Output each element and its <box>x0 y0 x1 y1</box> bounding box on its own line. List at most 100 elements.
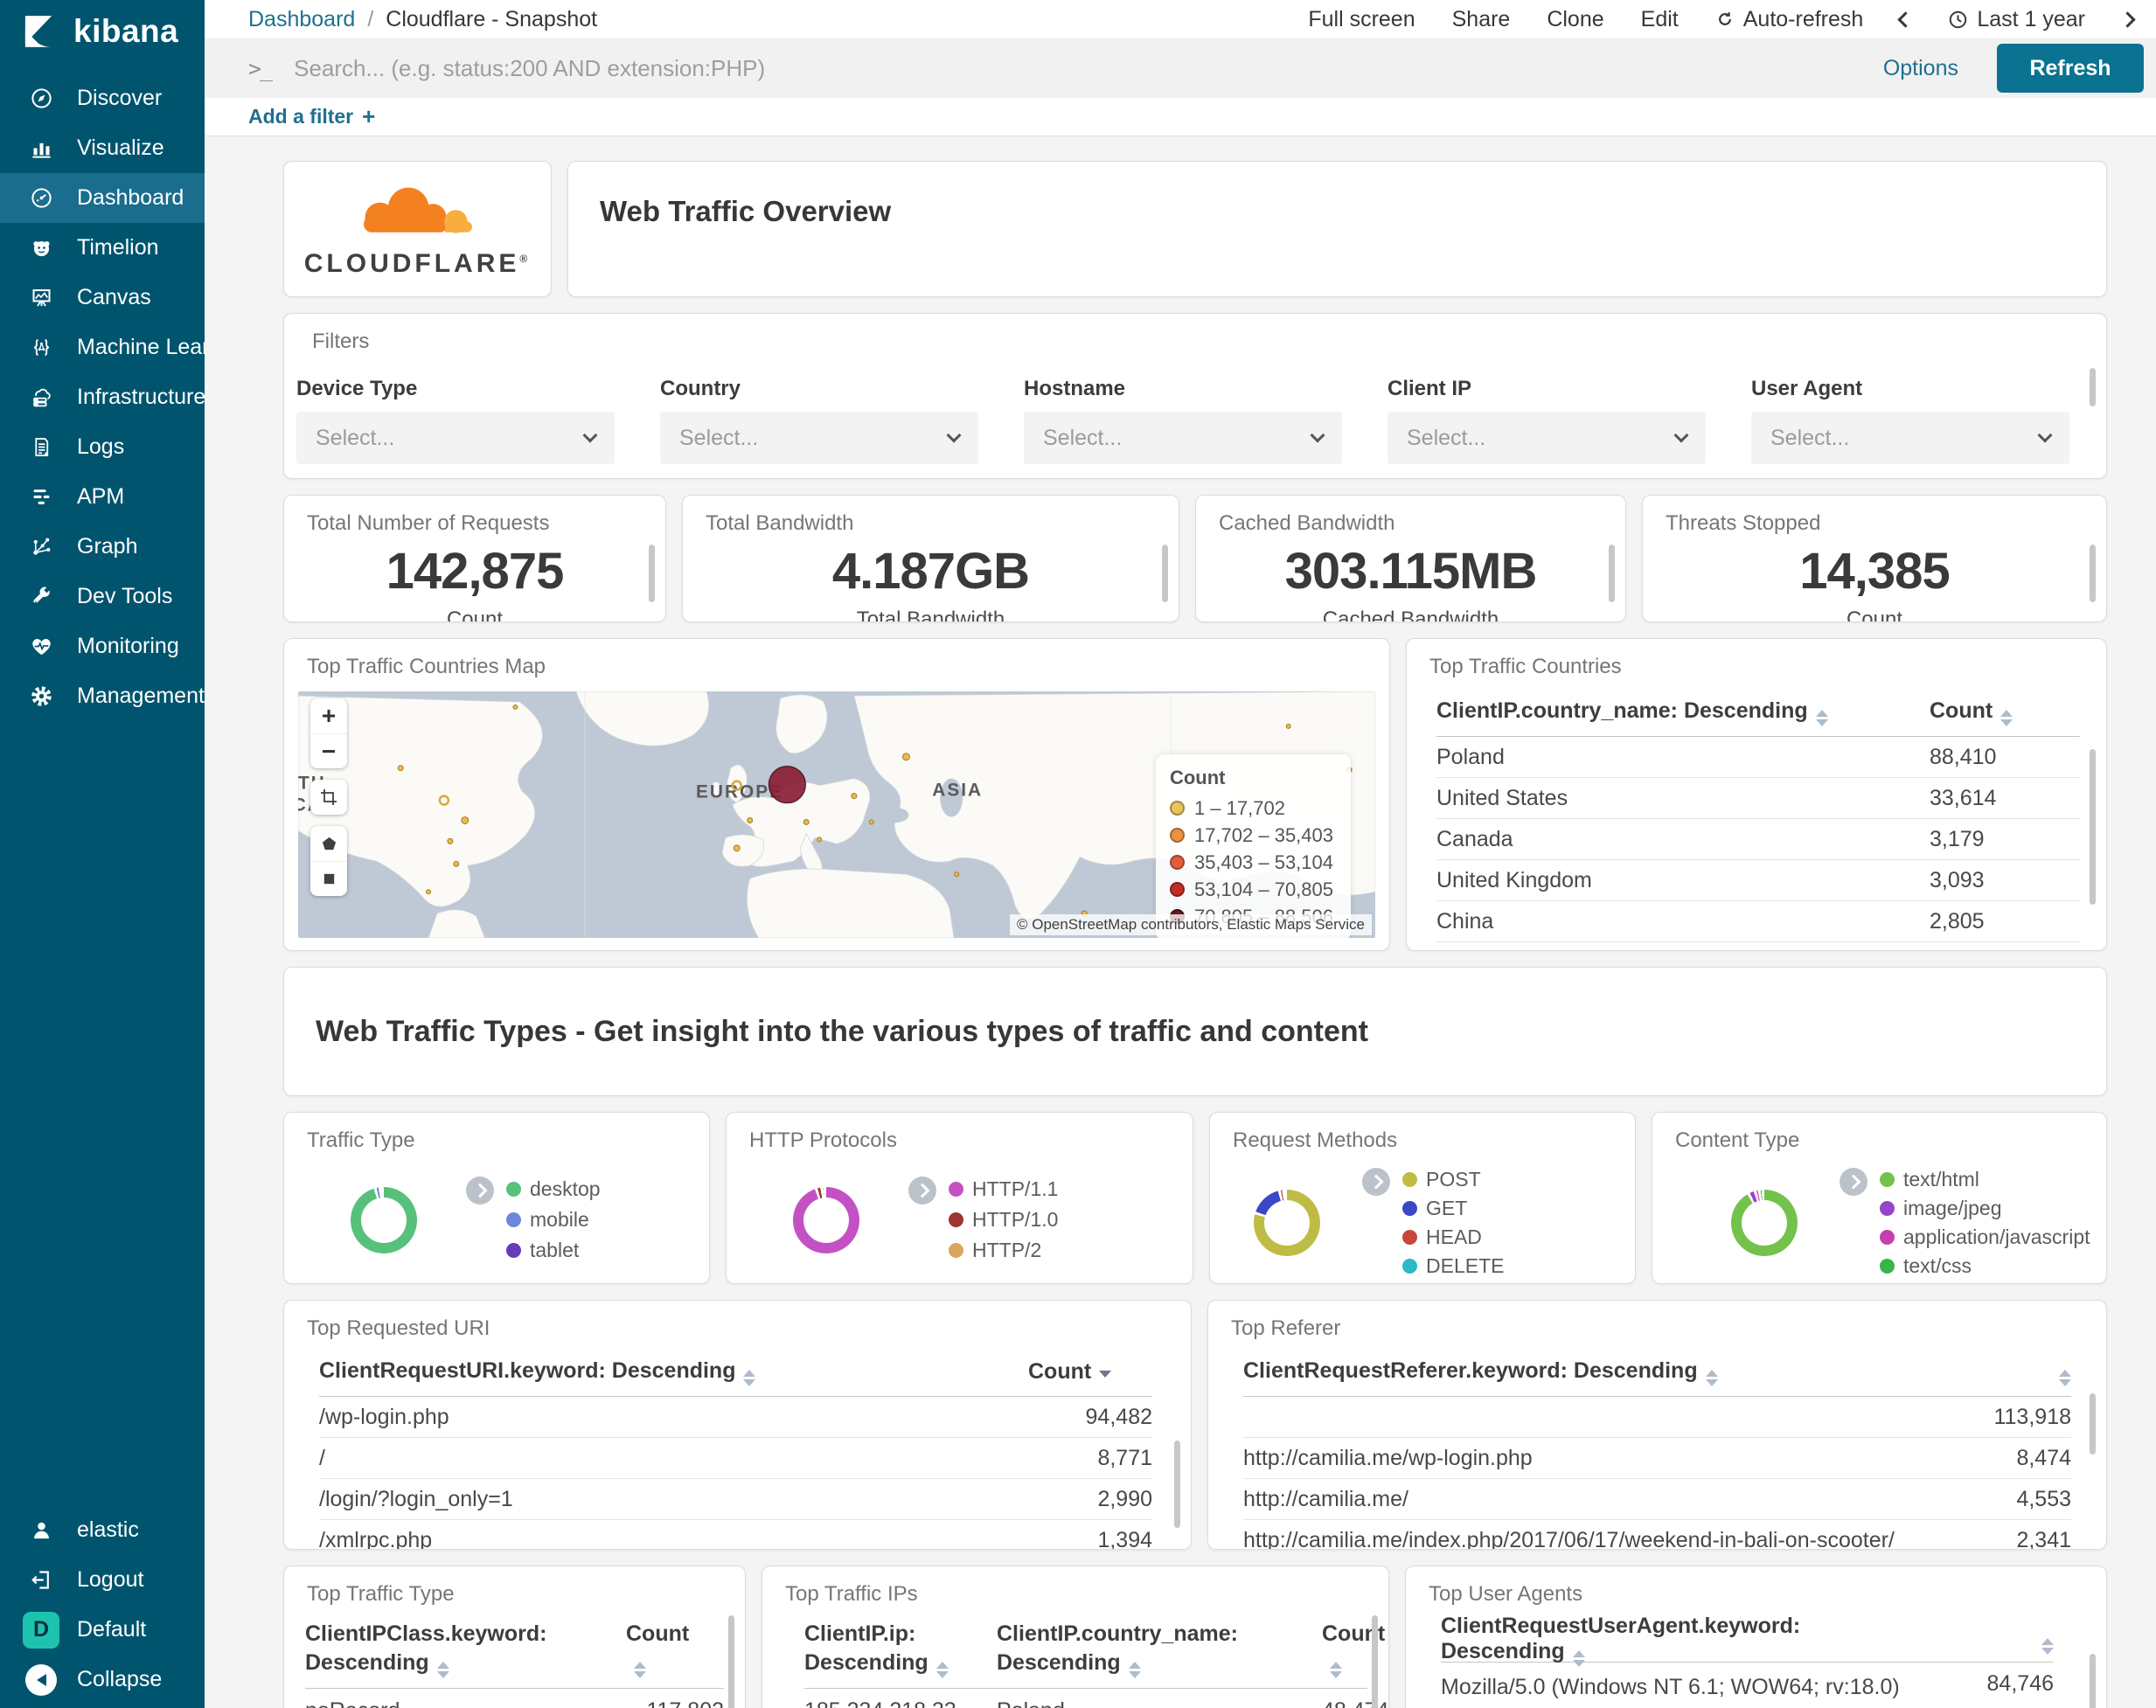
share-button[interactable]: Share <box>1452 7 1511 32</box>
scrollbar-thumb[interactable] <box>728 1615 734 1708</box>
sidebar-item-logout[interactable]: Logout <box>0 1555 205 1605</box>
legend-item[interactable]: POST <box>1402 1165 1504 1194</box>
legend-item[interactable]: HTTP/1.0 <box>949 1205 1058 1235</box>
auto-refresh-button[interactable]: Auto-refresh <box>1715 7 1863 32</box>
time-forward-button[interactable] <box>2119 10 2136 28</box>
sidebar-item-logs[interactable]: Logs <box>0 422 205 472</box>
user-agent-select[interactable]: Select... <box>1751 412 2069 464</box>
sort-header-country[interactable]: ClientIP.country_name: Descending <box>997 1620 1322 1679</box>
sort-header-referer[interactable]: ClientRequestReferer.keyword: Descending <box>1243 1358 1962 1386</box>
sort-header-ip-class[interactable]: ClientIPClass.keyword: Descending <box>305 1620 626 1679</box>
legend-expand-button[interactable] <box>908 1177 936 1205</box>
sidebar-item-apm[interactable]: APM <box>0 472 205 522</box>
legend-item[interactable]: tablet <box>506 1235 601 1266</box>
sort-header-count[interactable] <box>1923 1627 2054 1655</box>
legend-item[interactable]: HEAD <box>1402 1223 1504 1252</box>
scrollbar-thumb[interactable] <box>1162 545 1168 602</box>
sort-header-count[interactable] <box>1962 1358 2071 1386</box>
sidebar-item-visualize[interactable]: Visualize <box>0 123 205 173</box>
map-attribution[interactable]: © OpenStreetMap contributors, Elastic Ma… <box>1009 914 1372 935</box>
search-input[interactable] <box>294 54 1866 82</box>
scrollbar-thumb[interactable] <box>1609 545 1615 602</box>
scrollbar-thumb[interactable] <box>2090 368 2096 406</box>
donut-chart-request-methods[interactable] <box>1254 1190 1320 1256</box>
device-type-select[interactable]: Select... <box>296 412 615 464</box>
sort-header-country[interactable]: ClientIP.country_name: Descending <box>1436 698 1930 726</box>
time-back-button[interactable] <box>1897 10 1915 28</box>
chevron-down-icon <box>1310 427 1325 443</box>
edit-button[interactable]: Edit <box>1641 7 1679 32</box>
options-link[interactable]: Options <box>1883 56 1958 81</box>
breadcrumb-dashboard-link[interactable]: Dashboard <box>248 7 355 32</box>
sidebar-item-machine-learning[interactable]: Machine Learning <box>0 323 251 372</box>
scrollbar-thumb[interactable] <box>1174 1441 1180 1528</box>
legend-dot <box>1169 828 1185 843</box>
scrollbar-thumb[interactable] <box>2090 1393 2096 1455</box>
filters-panel: Filters Device Type Select... Country Se… <box>283 313 2107 479</box>
full-screen-button[interactable]: Full screen <box>1308 7 1415 32</box>
sort-header-user-agent[interactable]: ClientRequestUserAgent.keyword: Descendi… <box>1441 1614 1923 1667</box>
sidebar-item-graph[interactable]: Graph <box>0 522 205 572</box>
sort-header-uri[interactable]: ClientRequestURI.keyword: Descending <box>319 1358 1028 1386</box>
scrollbar-thumb[interactable] <box>2090 749 2096 905</box>
filter-label: Client IP <box>1387 377 1472 400</box>
legend-item[interactable]: text/html <box>1880 1165 2090 1194</box>
sidebar-item-infrastructure[interactable]: Infrastructure <box>0 372 205 422</box>
refresh-button[interactable]: Refresh <box>1997 44 2144 93</box>
sort-header-count[interactable]: Count <box>1028 1359 1152 1385</box>
sidebar-item-discover[interactable]: Discover <box>0 73 205 123</box>
map-draw-rectangle-button[interactable] <box>310 861 347 896</box>
legend-item[interactable]: application/javascript <box>1880 1223 2090 1252</box>
sort-header-count[interactable]: Count <box>626 1620 724 1679</box>
add-filter-plus-icon[interactable]: + <box>362 103 375 130</box>
sort-header-ip[interactable]: ClientIP.ip: Descending <box>804 1620 997 1679</box>
legend-expand-button[interactable] <box>1362 1168 1390 1196</box>
scrollbar-thumb[interactable] <box>649 545 655 602</box>
clone-button[interactable]: Clone <box>1547 7 1603 32</box>
donut-chart-http-protocols[interactable] <box>793 1186 859 1253</box>
kibana-logo[interactable]: kibana <box>0 0 205 59</box>
hostname-select[interactable]: Select... <box>1024 412 1342 464</box>
sidebar-item-dev-tools[interactable]: Dev Tools <box>0 572 205 621</box>
time-range-picker[interactable]: Last 1 year <box>1948 7 2085 32</box>
sidebar-item-timelion[interactable]: Timelion <box>0 223 205 273</box>
legend-item[interactable]: image/jpeg <box>1880 1194 2090 1223</box>
legend-item[interactable]: mobile <box>506 1205 601 1235</box>
legend-item[interactable]: HTTP/1.1 <box>949 1174 1058 1205</box>
sidebar-item-management[interactable]: Management <box>0 671 205 721</box>
legend-item[interactable]: HTTP/2 <box>949 1235 1058 1266</box>
client-ip-select[interactable]: Select... <box>1387 412 1706 464</box>
world-map[interactable]: NORTH AMERICA EUROPE ASIA <box>298 691 1375 938</box>
logs-icon <box>23 434 59 461</box>
map-draw-polygon-button[interactable] <box>310 826 347 861</box>
donut-chart-traffic-type[interactable] <box>351 1186 417 1253</box>
sidebar-item-monitoring[interactable]: Monitoring <box>0 621 205 671</box>
sidebar-item-space-default[interactable]: D Default <box>0 1605 205 1655</box>
sidebar-item-user[interactable]: elastic <box>0 1505 205 1555</box>
panel-title: Top Referer <box>1231 1316 1341 1340</box>
country-select[interactable]: Select... <box>660 412 978 464</box>
sidebar-footer: elastic Logout D Default Collapse <box>0 1505 205 1708</box>
sidebar-item-canvas[interactable]: Canvas <box>0 273 205 323</box>
legend-expand-button[interactable] <box>1840 1168 1867 1196</box>
map-zoom-in-button[interactable]: + <box>310 698 347 733</box>
add-filter-link[interactable]: Add a filter <box>248 105 353 128</box>
scrollbar-thumb[interactable] <box>2090 1654 2096 1708</box>
donut-chart-content-type[interactable] <box>1731 1190 1798 1256</box>
scrollbar-thumb[interactable] <box>1372 1615 1378 1708</box>
legend-expand-button[interactable] <box>466 1177 494 1205</box>
map-fit-bounds-button[interactable] <box>310 780 347 815</box>
sidebar-item-collapse[interactable]: Collapse <box>0 1655 205 1705</box>
map-zoom-out-button[interactable]: − <box>310 733 347 768</box>
legend-item[interactable]: text/css <box>1880 1252 2090 1281</box>
map-bubble-poland[interactable] <box>768 765 806 804</box>
chevron-down-icon <box>2037 427 2053 443</box>
filter-fields: Device Type Select... Country Select... … <box>296 377 2106 464</box>
scrollbar-thumb[interactable] <box>2090 545 2096 602</box>
sidebar-item-dashboard[interactable]: Dashboard <box>0 173 205 223</box>
legend-item[interactable]: DELETE <box>1402 1252 1504 1281</box>
legend-item[interactable]: desktop <box>506 1174 601 1205</box>
metric-label: Count <box>446 608 504 622</box>
legend-item[interactable]: GET <box>1402 1194 1504 1223</box>
sort-header-count[interactable]: Count <box>1930 698 2080 726</box>
